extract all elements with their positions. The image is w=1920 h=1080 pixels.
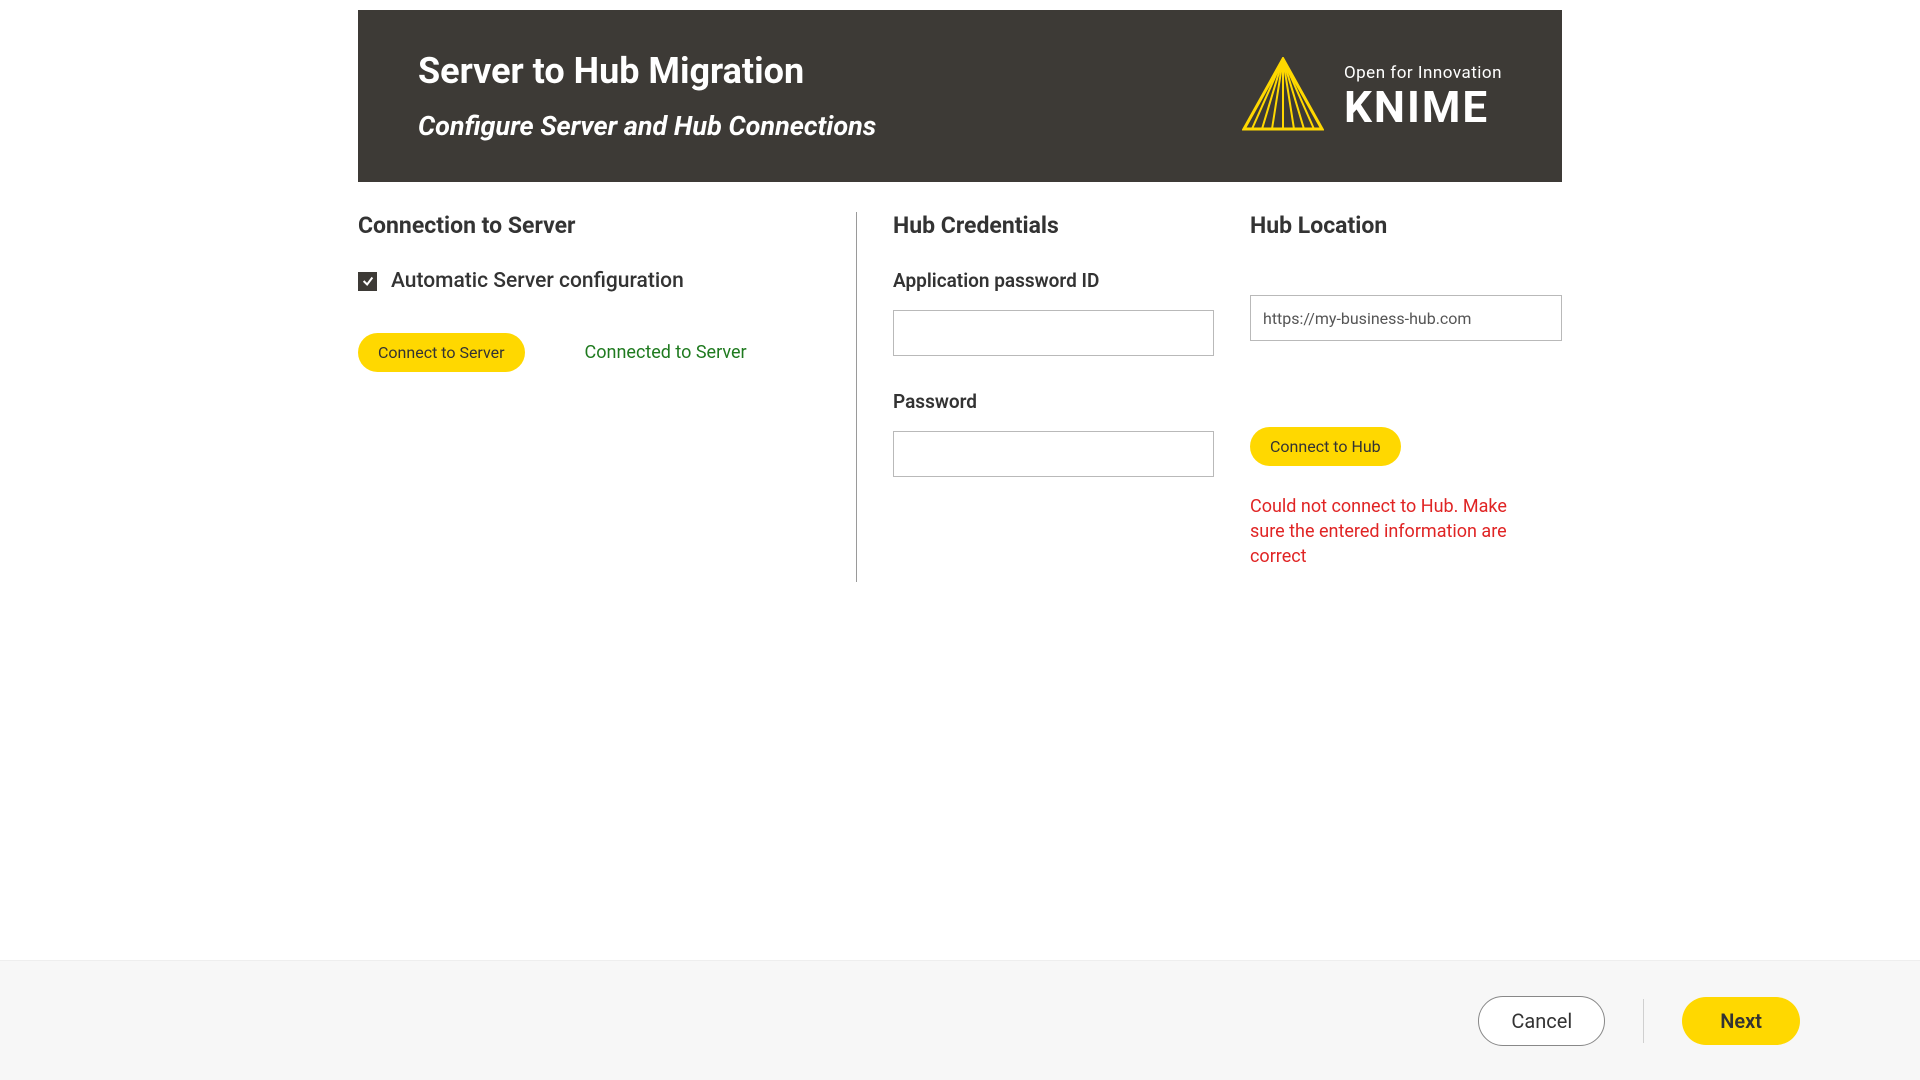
logo-name: KNIME: [1344, 85, 1502, 129]
hub-credentials-heading: Hub Credentials: [893, 212, 1214, 239]
server-heading: Connection to Server: [358, 212, 816, 239]
knime-logo: Open for Innovation KNIME: [1242, 57, 1502, 135]
auto-server-config-row[interactable]: Automatic Server configuration: [358, 269, 816, 293]
auto-server-config-checkbox[interactable]: [358, 272, 377, 291]
knime-logo-icon: [1242, 57, 1324, 135]
password-label: Password: [893, 390, 1214, 413]
footer: Cancel Next: [0, 960, 1920, 1080]
auto-server-config-label: Automatic Server configuration: [391, 269, 684, 293]
cancel-button[interactable]: Cancel: [1478, 996, 1605, 1046]
server-connection-section: Connection to Server Automatic Server co…: [358, 212, 856, 582]
header: Server to Hub Migration Configure Server…: [358, 10, 1562, 182]
logo-tagline: Open for Innovation: [1344, 63, 1502, 83]
hub-connection-error: Could not connect to Hub. Make sure the …: [1250, 494, 1510, 570]
content: Connection to Server Automatic Server co…: [358, 182, 1562, 960]
hub-credentials-section: Hub Credentials Application password ID …: [856, 212, 1250, 582]
checkmark-icon: [361, 274, 375, 288]
connect-to-server-button[interactable]: Connect to Server: [358, 333, 525, 372]
page-subtitle: Configure Server and Hub Connections: [418, 110, 876, 142]
password-input[interactable]: [893, 431, 1214, 477]
server-status: Connected to Server: [585, 342, 747, 363]
app-password-id-input[interactable]: [893, 310, 1214, 356]
app-password-id-label: Application password ID: [893, 269, 1214, 292]
next-button[interactable]: Next: [1682, 997, 1800, 1045]
hub-location-section: Hub Location Connect to Hub Could not co…: [1250, 212, 1562, 582]
connect-to-hub-button[interactable]: Connect to Hub: [1250, 427, 1401, 466]
footer-separator: [1643, 999, 1644, 1043]
hub-location-input[interactable]: [1250, 295, 1562, 341]
page-title: Server to Hub Migration: [418, 50, 876, 92]
hub-location-heading: Hub Location: [1250, 212, 1562, 239]
